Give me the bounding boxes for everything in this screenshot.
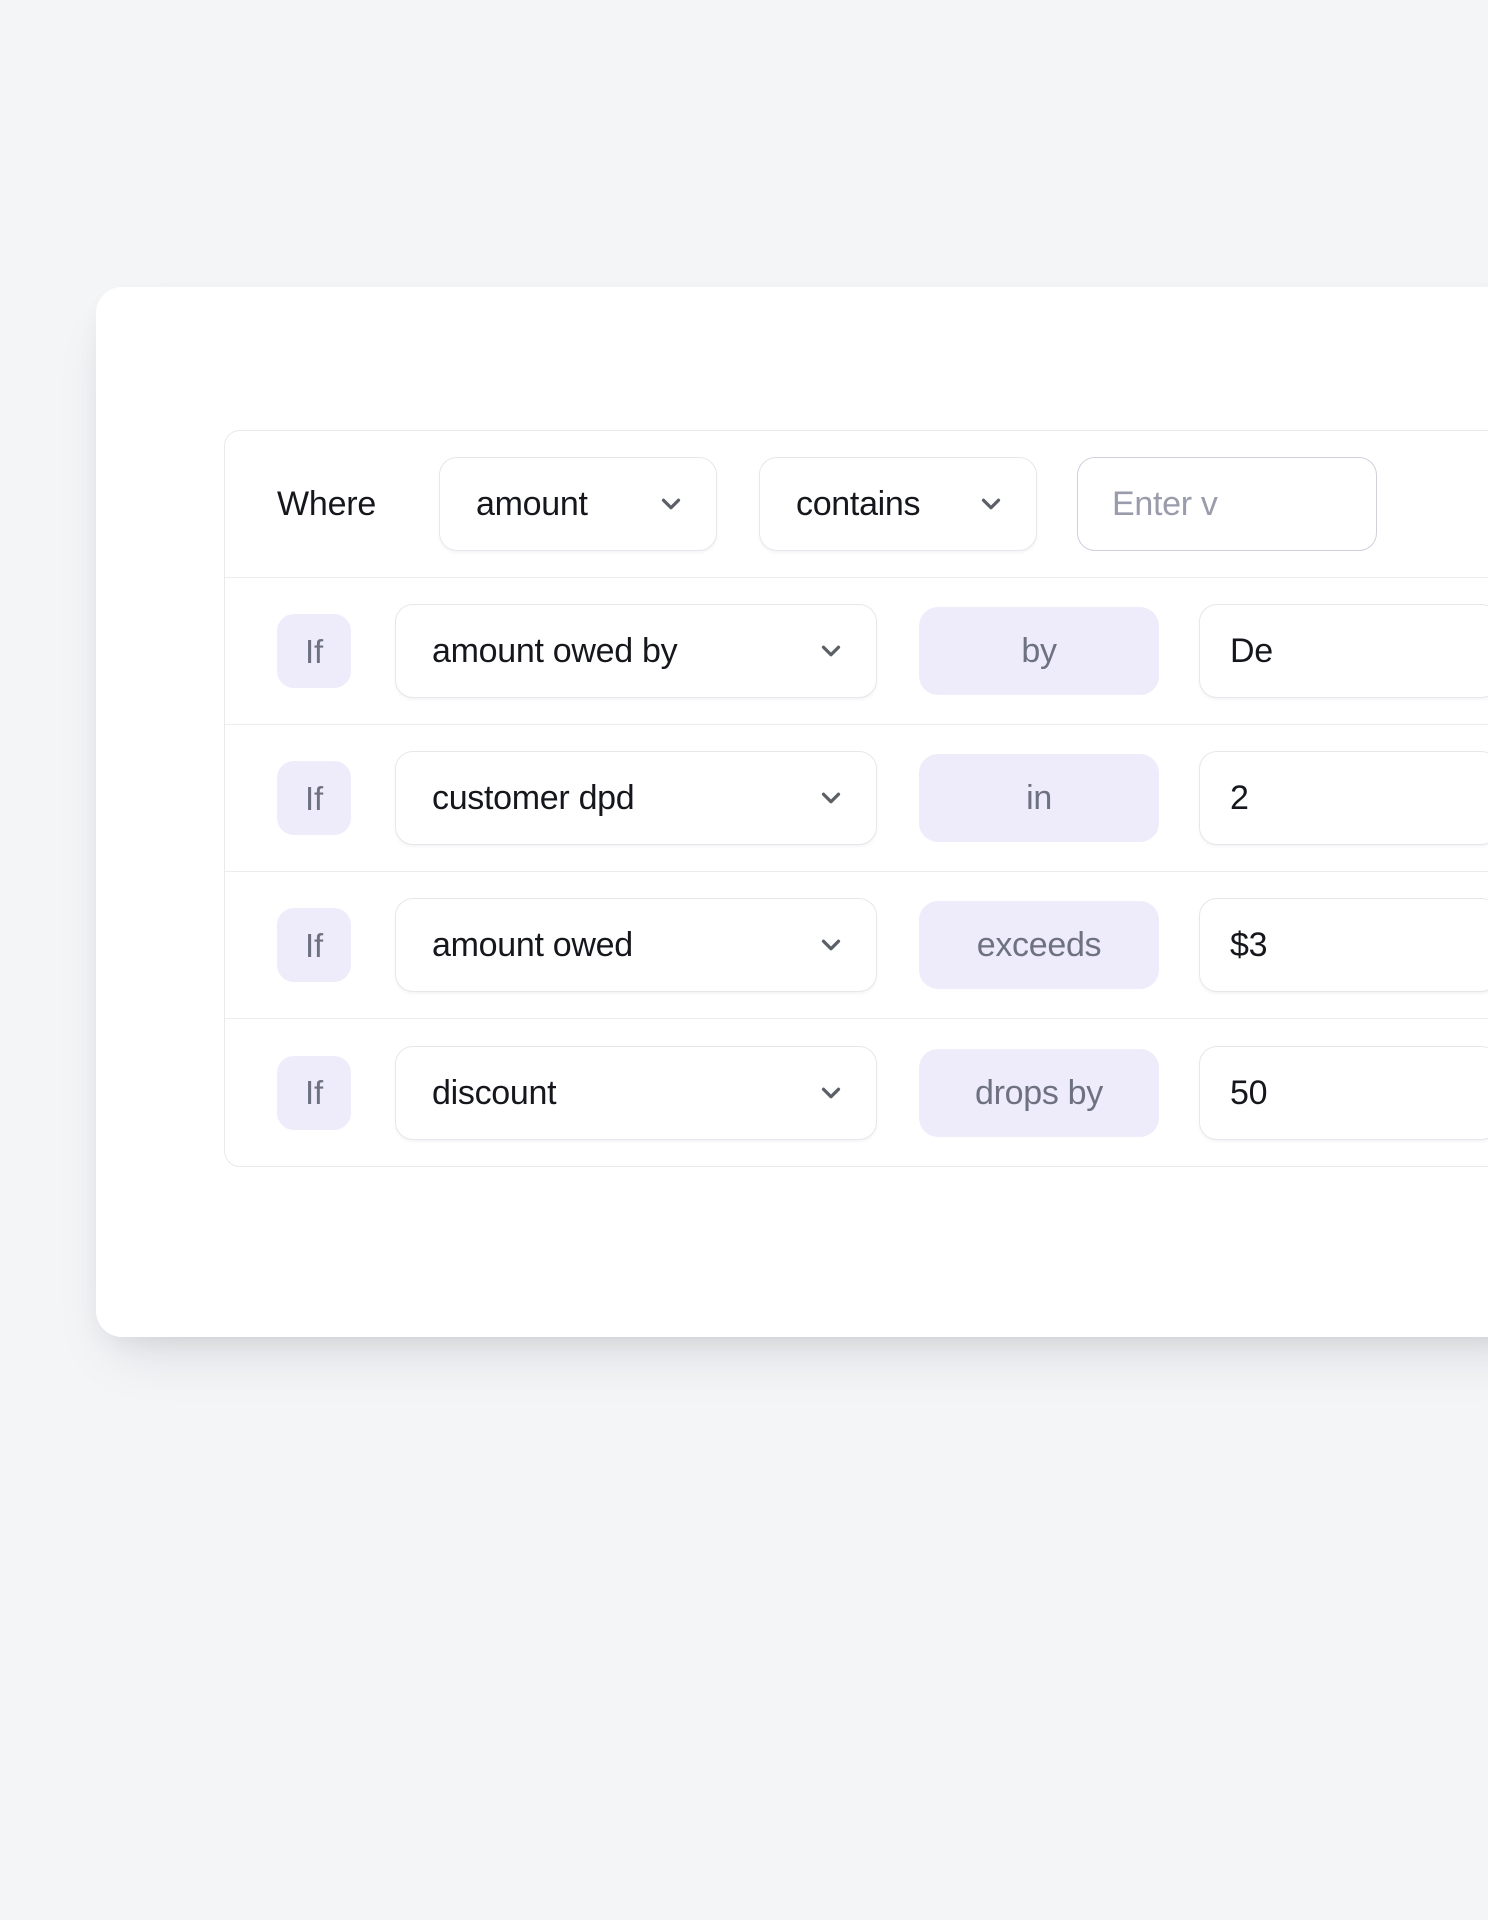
- filter-prefix-badge: If: [277, 908, 351, 982]
- value-input[interactable]: Enter v: [1077, 457, 1377, 551]
- operator-chip[interactable]: drops by: [919, 1048, 1159, 1137]
- chevron-down-icon: [816, 1078, 846, 1108]
- field-dropdown[interactable]: amount owed by: [395, 604, 877, 698]
- value-box[interactable]: 2: [1199, 751, 1488, 845]
- value-box[interactable]: $3: [1199, 898, 1488, 992]
- field-dropdown[interactable]: amount: [439, 457, 717, 551]
- field-dropdown-label: discount: [432, 1073, 557, 1112]
- value-box[interactable]: De: [1199, 604, 1488, 698]
- filter-builder: Where amount contains Enter v If amount …: [224, 430, 1488, 1167]
- filter-row: If customer dpd in 2: [225, 725, 1488, 872]
- chevron-down-icon: [816, 930, 846, 960]
- operator-chip[interactable]: by: [919, 607, 1159, 695]
- filter-prefix-badge: If: [277, 1055, 351, 1130]
- operator-chip[interactable]: exceeds: [919, 901, 1159, 989]
- field-dropdown-label: amount owed by: [432, 632, 678, 670]
- filter-row: If amount owed by by De: [225, 578, 1488, 725]
- filter-prefix-label: Where: [277, 485, 377, 523]
- field-dropdown-label: amount: [476, 485, 588, 523]
- value-input-placeholder: Enter v: [1112, 485, 1218, 523]
- field-dropdown[interactable]: discount: [395, 1045, 877, 1140]
- value-box-label: 50: [1230, 1073, 1268, 1112]
- operator-chip[interactable]: in: [919, 754, 1159, 842]
- chevron-down-icon: [656, 489, 686, 519]
- value-box-label: De: [1230, 632, 1273, 670]
- filter-row: If amount owed exceeds $3: [225, 872, 1488, 1019]
- filter-row: Where amount contains Enter v: [225, 431, 1488, 578]
- field-dropdown-label: amount owed: [432, 926, 633, 964]
- operator-dropdown-label: contains: [796, 485, 921, 523]
- chevron-down-icon: [816, 636, 846, 666]
- value-box-label: $3: [1230, 926, 1268, 964]
- chevron-down-icon: [976, 489, 1006, 519]
- chevron-down-icon: [816, 783, 846, 813]
- filter-prefix-badge: If: [277, 614, 351, 688]
- field-dropdown-label: customer dpd: [432, 779, 635, 817]
- field-dropdown[interactable]: amount owed: [395, 898, 877, 992]
- filter-row: If discount drops by 50: [225, 1019, 1488, 1166]
- value-box-label: 2: [1230, 779, 1249, 817]
- filter-panel-card: Where amount contains Enter v If amount …: [96, 287, 1488, 1337]
- filter-prefix-badge: If: [277, 761, 351, 835]
- operator-dropdown[interactable]: contains: [759, 457, 1037, 551]
- value-box[interactable]: 50: [1199, 1045, 1488, 1140]
- field-dropdown[interactable]: customer dpd: [395, 751, 877, 845]
